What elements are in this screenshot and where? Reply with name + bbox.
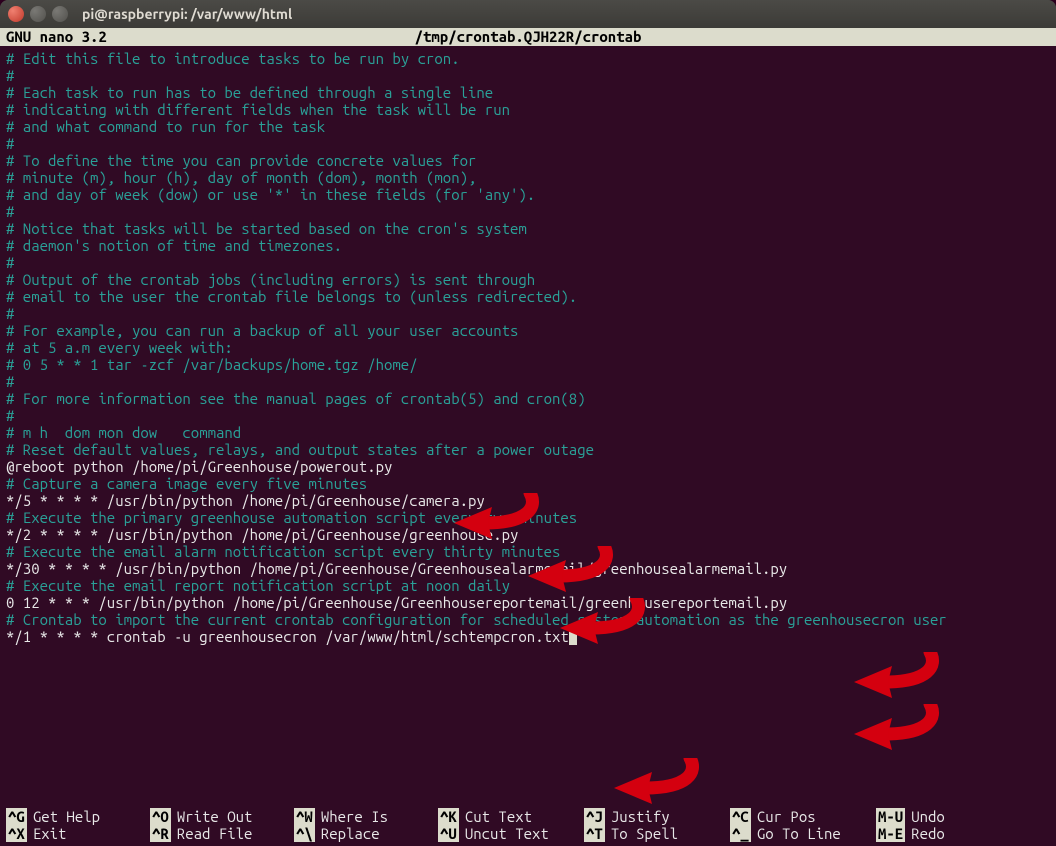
editor-line: # indicating with different fields when … (6, 101, 1050, 118)
shortcut-key: ^W (294, 808, 315, 825)
editor-line: # minute (m), hour (h), day of month (do… (6, 169, 1050, 186)
shortcut-label: Uncut Text (459, 825, 549, 842)
terminal-window: pi@raspberrypi: /var/www/html GNU nano 3… (0, 0, 1056, 846)
shortcut-key: ^O (150, 808, 171, 825)
editor-line: # (6, 305, 1050, 322)
editor-line: */1 * * * * crontab -u greenhousecron /v… (6, 628, 1050, 645)
shortcut-key: ^G (6, 808, 27, 825)
shortcut-key: ^_ (730, 825, 751, 842)
shortcut-label: Where Is (315, 808, 388, 825)
shortcut-cut-text[interactable]: ^KCut Text (438, 808, 584, 825)
editor-line: */30 * * * * /usr/bin/python /home/pi/Gr… (6, 560, 1050, 577)
shortcut-key: ^U (438, 825, 459, 842)
shortcut-label: Redo (905, 825, 945, 842)
editor-line: # and day of week (dow) or use '*' in th… (6, 186, 1050, 203)
editor-line: # Capture a camera image every five minu… (6, 475, 1050, 492)
nano-file-path: /tmp/crontab.QJH22R/crontab (415, 28, 642, 46)
editor-line: # m h dom mon dow command (6, 424, 1050, 441)
editor-line: 0 12 * * * /usr/bin/python /home/pi/Gree… (6, 594, 1050, 611)
shortcut-write-out[interactable]: ^OWrite Out (150, 808, 294, 825)
shortcut-where-is[interactable]: ^WWhere Is (294, 808, 438, 825)
shortcut-label: Exit (27, 825, 67, 842)
annotation-arrow-icon (850, 704, 940, 754)
shortcut-key: ^R (150, 825, 171, 842)
editor-line: # (6, 407, 1050, 424)
editor-line: # Each task to run has to be defined thr… (6, 84, 1050, 101)
shortcut-key: ^K (438, 808, 459, 825)
terminal-viewport[interactable]: GNU nano 3.2 /tmp/crontab.QJH22R/crontab… (0, 28, 1056, 846)
shortcut-label: Read File (171, 825, 253, 842)
maximize-icon[interactable] (52, 6, 68, 22)
editor-line: # daemon's notion of time and timezones. (6, 237, 1050, 254)
editor-line: # For more information see the manual pa… (6, 390, 1050, 407)
shortcut-cur-pos[interactable]: ^CCur Pos (730, 808, 876, 825)
window-titlebar[interactable]: pi@raspberrypi: /var/www/html (0, 0, 1056, 28)
shortcut-key: M-E (876, 825, 905, 842)
window-title: pi@raspberrypi: /var/www/html (82, 6, 292, 22)
shortcut-label: Write Out (171, 808, 253, 825)
editor-line: # at 5 a.m every week with: (6, 339, 1050, 356)
shortcut-key: ^\ (294, 825, 315, 842)
shortcut-key: ^X (6, 825, 27, 842)
editor-line: # (6, 254, 1050, 271)
shortcut-undo[interactable]: M-UUndo (876, 808, 956, 825)
editor-line: # Output of the crontab jobs (including … (6, 271, 1050, 288)
shortcut-redo[interactable]: M-ERedo (876, 825, 956, 842)
shortcut-uncut-text[interactable]: ^UUncut Text (438, 825, 584, 842)
shortcut-key: ^C (730, 808, 751, 825)
editor-line: # (6, 373, 1050, 390)
editor-line: # Reset default values, relays, and outp… (6, 441, 1050, 458)
shortcut-key: ^T (584, 825, 605, 842)
shortcut-label: Undo (905, 808, 945, 825)
editor-line: # For example, you can run a backup of a… (6, 322, 1050, 339)
nano-shortcut-bar: ^GGet Help^OWrite Out^WWhere Is^KCut Tex… (0, 808, 1056, 846)
shortcut-label: Cur Pos (751, 808, 816, 825)
minimize-icon[interactable] (30, 6, 46, 22)
nano-editor-content[interactable]: # Edit this file to introduce tasks to b… (0, 46, 1056, 645)
shortcut-label: Justify (605, 808, 670, 825)
shortcut-key: M-U (876, 808, 905, 825)
editor-line: */2 * * * * /usr/bin/python /home/pi/Gre… (6, 526, 1050, 543)
shortcut-get-help[interactable]: ^GGet Help (6, 808, 150, 825)
shortcut-label: To Spell (605, 825, 678, 842)
editor-line: # and what command to run for the task (6, 118, 1050, 135)
editor-line: # Execute the email report notification … (6, 577, 1050, 594)
editor-line: # email to the user the crontab file bel… (6, 288, 1050, 305)
nano-app-name: GNU nano 3.2 (0, 28, 113, 46)
editor-line: # Execute the email alarm notification s… (6, 543, 1050, 560)
editor-line: @reboot python /home/pi/Greenhouse/power… (6, 458, 1050, 475)
editor-line: # (6, 135, 1050, 152)
editor-line: # Edit this file to introduce tasks to b… (6, 50, 1050, 67)
shortcut-label: Go To Line (751, 825, 841, 842)
shortcut-read-file[interactable]: ^RRead File (150, 825, 294, 842)
annotation-arrow-icon (850, 652, 940, 702)
shortcut-label: Get Help (27, 808, 100, 825)
editor-line: */5 * * * * /usr/bin/python /home/pi/Gre… (6, 492, 1050, 509)
text-cursor (569, 630, 577, 645)
editor-line: # 0 5 * * 1 tar -zcf /var/backups/home.t… (6, 356, 1050, 373)
editor-line: # Execute the primary greenhouse automat… (6, 509, 1050, 526)
shortcut-key: ^J (584, 808, 605, 825)
editor-line: # (6, 203, 1050, 220)
shortcut-go-to-line[interactable]: ^_Go To Line (730, 825, 876, 842)
shortcut-exit[interactable]: ^XExit (6, 825, 150, 842)
editor-line: # Notice that tasks will be started base… (6, 220, 1050, 237)
shortcut-justify[interactable]: ^JJustify (584, 808, 730, 825)
annotation-arrow-icon (610, 758, 700, 808)
shortcut-to-spell[interactable]: ^TTo Spell (584, 825, 730, 842)
editor-line: # Crontab to import the current crontab … (6, 611, 1050, 628)
editor-line: # To define the time you can provide con… (6, 152, 1050, 169)
close-icon[interactable] (8, 6, 24, 22)
editor-line: # (6, 67, 1050, 84)
shortcut-label: Cut Text (459, 808, 532, 825)
nano-status-bar: GNU nano 3.2 /tmp/crontab.QJH22R/crontab (0, 28, 1056, 46)
shortcut-replace[interactable]: ^\Replace (294, 825, 438, 842)
shortcut-label: Replace (315, 825, 380, 842)
